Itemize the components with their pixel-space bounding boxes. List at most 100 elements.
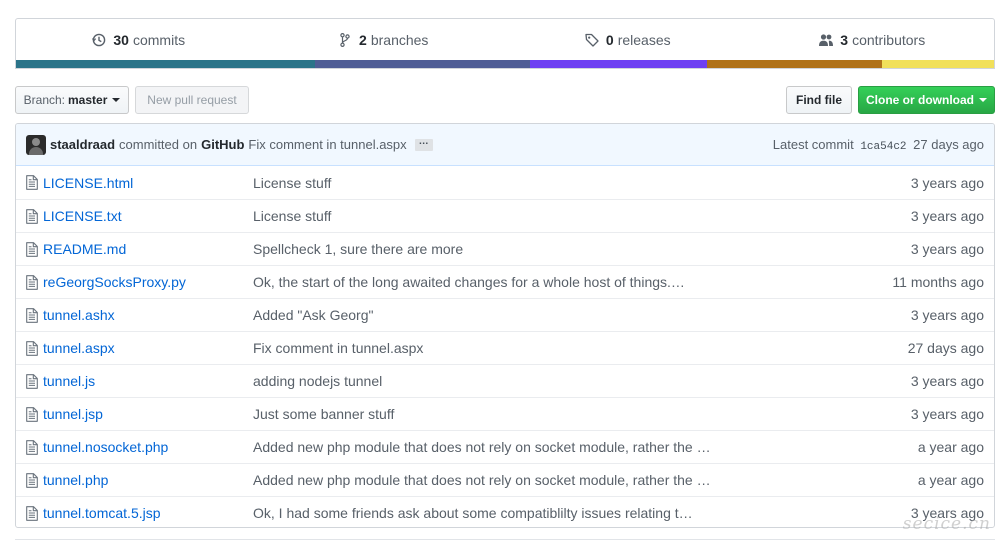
contributors-link[interactable]: 3 contributors — [750, 19, 995, 60]
history-icon — [91, 32, 107, 48]
file-list: LICENSE.html License stuff 3 years ago LICE… — [16, 166, 994, 527]
file-age: a year ago — [917, 472, 984, 488]
file-age: a year ago — [917, 439, 984, 455]
file-icon — [26, 473, 38, 488]
file-age: 3 years ago — [910, 208, 984, 224]
releases-count: 0 — [605, 31, 614, 48]
expand-commit-button[interactable]: … — [414, 136, 433, 151]
file-commit-message-link[interactable]: License stuff — [253, 175, 331, 191]
file-icon — [26, 209, 38, 224]
commit-sha-link[interactable]: 1ca54c2 — [860, 141, 906, 153]
branches-count: 2 — [359, 31, 367, 48]
table-row: LICENSE.html License stuff 3 years ago — [16, 166, 994, 199]
file-name-link[interactable]: tunnel.js — [43, 373, 95, 389]
commit-author-link[interactable]: staaldraad — [50, 137, 115, 152]
clone-download-label: Clone or download — [866, 93, 974, 107]
releases-label: releases — [617, 31, 671, 48]
new-pull-request-button[interactable]: New pull request — [135, 86, 249, 114]
branch-name: master — [68, 93, 108, 107]
file-icon — [26, 407, 38, 422]
file-name-link[interactable]: tunnel.php — [43, 472, 108, 488]
file-browser: staaldraad committed on GitHub Fix comme… — [15, 123, 995, 528]
caret-down-icon — [112, 98, 121, 102]
file-commit-message-link[interactable]: Ok, I had some friends ask about some co… — [253, 505, 693, 521]
file-name-link[interactable]: LICENSE.html — [43, 175, 133, 191]
file-icon — [26, 374, 38, 389]
file-age: 3 years ago — [910, 174, 984, 191]
table-row: tunnel.jsp Just some banner stuff 3 years … — [16, 397, 994, 430]
file-commit-message-link[interactable]: Ok, the start of the long awaited change… — [253, 274, 685, 290]
file-commit-message-link[interactable]: Just some banner stuff — [253, 406, 394, 422]
latest-commit-info: Latest commit 1ca54c2 27 days ago — [773, 137, 984, 153]
file-name-link[interactable]: tunnel.nosocket.php — [43, 439, 168, 455]
file-commit-message-link[interactable]: Added "Ask Georg" — [253, 307, 373, 323]
file-name-link[interactable]: README.md — [43, 241, 126, 257]
table-row: tunnel.nosocket.php Added new php module … — [16, 430, 994, 463]
file-icon — [26, 175, 38, 190]
table-row: tunnel.tomcat.5.jsp Ok, I had some friend… — [16, 496, 994, 527]
contributors-label: contributors — [852, 31, 926, 48]
file-name-link[interactable]: reGeorgSocksProxy.py — [43, 274, 186, 290]
commits-link[interactable]: 30 commits — [16, 19, 261, 60]
file-commit-message-link[interactable]: License stuff — [253, 208, 331, 224]
file-icon — [26, 506, 38, 521]
commits-label: commits — [132, 31, 186, 48]
latest-commit-bar: staaldraad committed on GitHub Fix comme… — [16, 124, 994, 166]
file-commit-message-link[interactable]: Fix comment in tunnel.aspx — [253, 340, 423, 356]
file-age: 11 months ago — [892, 274, 984, 290]
tag-icon — [584, 32, 600, 48]
contributors-count: 3 — [840, 31, 849, 48]
releases-link[interactable]: 0 releases — [505, 19, 750, 60]
file-commit-message-link[interactable]: Added new php module that does not rely … — [253, 439, 711, 455]
file-age: 3 years ago — [910, 406, 984, 422]
find-file-button[interactable]: Find file — [786, 86, 852, 114]
file-icon — [26, 275, 38, 290]
committed-on-text: committed on — [119, 137, 198, 152]
file-age: 3 years ago — [910, 373, 984, 389]
file-commit-message-link[interactable]: Added new php module that does not rely … — [253, 472, 711, 488]
repo-summary: 30 commits 2 branches 0 releases 3 contr… — [15, 18, 995, 69]
latest-commit-age: 27 days ago — [913, 137, 984, 152]
table-row: tunnel.aspx Fix comment in tunnel.aspx 27 … — [16, 331, 994, 364]
language-segment[interactable] — [530, 60, 708, 68]
file-age: 3 years ago — [910, 241, 984, 257]
language-bar[interactable] — [16, 60, 994, 68]
file-name-link[interactable]: tunnel.jsp — [43, 406, 103, 422]
table-row: reGeorgSocksProxy.py Ok, the start of the… — [16, 265, 994, 298]
branches-link[interactable]: 2 branches — [261, 19, 506, 60]
file-age: 3 years ago — [910, 307, 984, 323]
table-row: tunnel.ashx Added "Ask Georg" 3 years ago — [16, 298, 994, 331]
caret-down-icon — [979, 98, 987, 102]
branch-prefix: Branch: — [23, 93, 65, 107]
file-icon — [26, 440, 38, 455]
table-row: LICENSE.txt License stuff 3 years ago — [16, 199, 994, 232]
watermark: secice.cn — [902, 514, 991, 534]
file-name-link[interactable]: tunnel.aspx — [43, 340, 115, 356]
branches-label: branches — [370, 31, 429, 48]
table-row: tunnel.js adding nodejs tunnel 3 years ago — [16, 364, 994, 397]
file-name-link[interactable]: tunnel.tomcat.5.jsp — [43, 505, 161, 521]
file-icon — [26, 308, 38, 323]
file-icon — [26, 242, 38, 257]
language-segment[interactable] — [315, 60, 531, 68]
committer-name: GitHub — [201, 137, 245, 152]
branch-select-button[interactable]: Branch: master — [15, 86, 129, 114]
git-branch-icon — [337, 32, 353, 48]
table-row: README.md Spellcheck 1, sure there are mo… — [16, 232, 994, 265]
file-commit-message-link[interactable]: Spellcheck 1, sure there are more — [253, 241, 463, 257]
commits-count: 30 — [113, 31, 129, 48]
language-segment[interactable] — [882, 60, 994, 68]
file-icon — [26, 341, 38, 356]
table-row: tunnel.php Added new php module that does… — [16, 463, 994, 496]
people-icon — [818, 32, 834, 48]
avatar[interactable] — [26, 134, 46, 155]
language-segment[interactable] — [707, 60, 883, 68]
summary-cells: 30 commits 2 branches 0 releases 3 contr… — [16, 19, 994, 60]
file-name-link[interactable]: LICENSE.txt — [43, 208, 122, 224]
commit-message-link[interactable]: Fix comment in tunnel.aspx — [248, 137, 406, 152]
file-name-link[interactable]: tunnel.ashx — [43, 307, 115, 323]
clone-download-button[interactable]: Clone or download — [858, 86, 995, 114]
file-commit-message-link[interactable]: adding nodejs tunnel — [253, 373, 382, 389]
file-age: 27 days ago — [907, 340, 984, 356]
language-segment[interactable] — [16, 60, 316, 68]
